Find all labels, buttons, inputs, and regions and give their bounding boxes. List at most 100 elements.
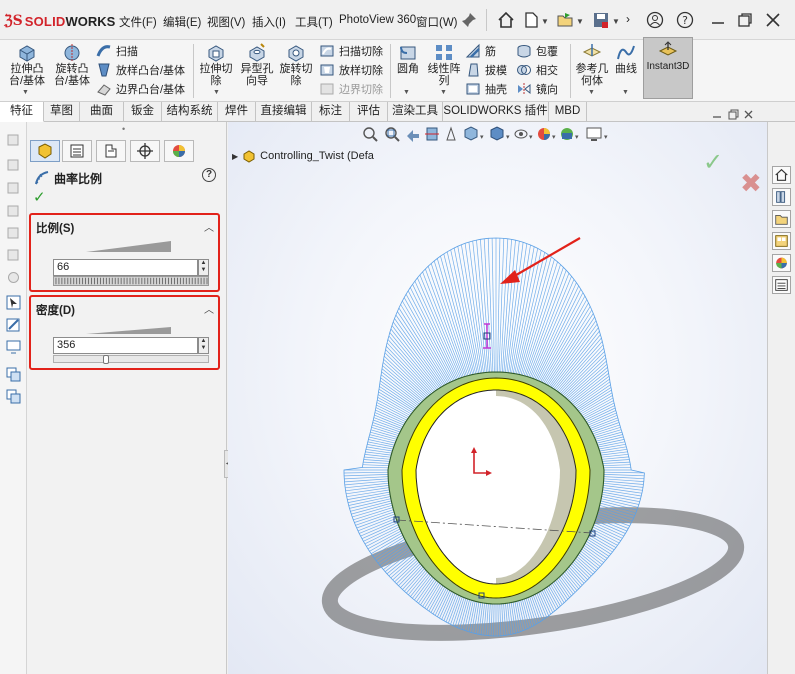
collapse-caret-icon[interactable]: ︿ bbox=[204, 219, 214, 234]
save-icon[interactable] bbox=[592, 11, 610, 29]
menu-insert[interactable]: 插入(I) bbox=[252, 14, 286, 30]
tab-property-manager[interactable] bbox=[62, 140, 92, 162]
wrap-button[interactable]: 包覆 bbox=[516, 41, 558, 61]
open-dropdown-caret[interactable]: ▼ bbox=[576, 17, 584, 26]
tab-0[interactable]: 特征 bbox=[0, 102, 44, 122]
extrude-dropdown-caret[interactable]: ▼ bbox=[22, 89, 29, 96]
design-library-icon[interactable] bbox=[772, 188, 791, 206]
tab-5[interactable]: 焊件 bbox=[218, 102, 256, 122]
solidworks-logo[interactable]: ℨS SOLID WORKS bbox=[4, 12, 115, 30]
copy-tool-icon[interactable] bbox=[5, 366, 22, 383]
restore-icon[interactable] bbox=[736, 11, 754, 29]
pattern-feature-icon[interactable] bbox=[5, 203, 22, 220]
home-icon[interactable] bbox=[497, 11, 515, 29]
user-icon[interactable] bbox=[646, 11, 664, 29]
pin-icon[interactable] bbox=[460, 11, 478, 29]
curves-dropdown-caret[interactable]: ▼ bbox=[622, 89, 629, 96]
extrude-feature-icon[interactable] bbox=[5, 132, 22, 149]
density-slider-track[interactable] bbox=[53, 355, 209, 363]
sketch-feature-icon[interactable] bbox=[5, 269, 22, 286]
menu-photoview[interactable]: PhotoView 360 bbox=[339, 14, 416, 26]
display-tool-icon[interactable] bbox=[5, 338, 22, 355]
density-spinner[interactable]: ▲ ▼ bbox=[198, 337, 209, 354]
menu-window[interactable]: 窗口(W) bbox=[416, 14, 458, 30]
boundary-cut-button[interactable]: 边界切除 bbox=[319, 79, 383, 99]
shell-button[interactable]: 抽壳 bbox=[465, 79, 507, 99]
help-icon[interactable]: ? bbox=[676, 11, 694, 29]
collapse-caret-icon[interactable]: ︿ bbox=[204, 301, 214, 316]
more-overflow[interactable]: › bbox=[626, 12, 644, 30]
view-palette-icon[interactable] bbox=[772, 232, 791, 250]
scale-input[interactable]: 66 bbox=[53, 259, 198, 276]
viewport-restore-icon[interactable] bbox=[728, 109, 739, 120]
save-dropdown-caret[interactable]: ▼ bbox=[612, 17, 620, 26]
menu-tools[interactable]: 工具(T) bbox=[295, 14, 333, 30]
draft-button[interactable]: 拔模 bbox=[465, 60, 507, 80]
pattern-dropdown-caret[interactable]: ▼ bbox=[440, 89, 447, 96]
minimize-icon[interactable] bbox=[709, 11, 727, 29]
graphics-area[interactable]: ▾ ▾ ▾ ▾ ▾ ▾ ▶ Controlling_Twist (Defa ✓ … bbox=[228, 122, 767, 674]
solidworks-resources-icon[interactable] bbox=[772, 166, 791, 184]
boundary-boss-button[interactable]: 边界凸台/基体 bbox=[96, 79, 185, 99]
menu-view[interactable]: 视图(V) bbox=[207, 14, 245, 30]
edit-sketch-icon[interactable] bbox=[5, 316, 22, 333]
rib-button[interactable]: 筋 bbox=[465, 41, 496, 61]
tab-display-manager[interactable] bbox=[164, 140, 194, 162]
sweep-button[interactable]: 扫描 bbox=[96, 41, 138, 61]
extrude-boss-button[interactable]: 拉伸凸 台/基体 bbox=[7, 42, 47, 87]
extrude-cut-dropdown-caret[interactable]: ▼ bbox=[213, 89, 220, 96]
instant3d-button[interactable]: Instant3D bbox=[643, 37, 693, 99]
tab-1[interactable]: 草图 bbox=[44, 102, 80, 122]
hole-wizard-button[interactable]: 异型孔 向导 bbox=[237, 42, 277, 87]
tab-6[interactable]: 直接编辑 bbox=[256, 102, 312, 122]
tab-configuration-manager[interactable] bbox=[96, 140, 126, 162]
tab-2[interactable]: 曲面 bbox=[80, 102, 124, 122]
tab-feature-manager[interactable] bbox=[30, 140, 60, 162]
fillet-feature-icon[interactable] bbox=[5, 180, 22, 197]
shell-feature-icon[interactable] bbox=[5, 225, 22, 242]
cut-feature-icon[interactable] bbox=[5, 157, 22, 174]
tab-7[interactable]: 标注 bbox=[312, 102, 350, 122]
linear-pattern-button[interactable]: 线性阵 列 bbox=[424, 42, 464, 87]
menu-file[interactable]: 文件(F) bbox=[119, 14, 157, 30]
lofted-cut-button[interactable]: 放样切除 bbox=[319, 60, 383, 80]
file-explorer-icon[interactable] bbox=[772, 210, 791, 228]
curves-button[interactable]: 曲线 bbox=[612, 42, 640, 75]
menu-edit[interactable]: 编辑(E) bbox=[163, 14, 201, 30]
scale-thumbwheel[interactable] bbox=[53, 276, 209, 286]
spin-down-icon[interactable]: ▼ bbox=[199, 345, 208, 352]
panel-collapse-dot[interactable]: • bbox=[122, 124, 125, 134]
mirror-button[interactable]: 镜向 bbox=[516, 79, 558, 99]
custom-properties-icon[interactable] bbox=[772, 276, 791, 294]
new-document-icon[interactable] bbox=[522, 11, 540, 29]
rib-feature-icon[interactable] bbox=[5, 247, 22, 264]
tab-dimxpert-manager[interactable] bbox=[130, 140, 160, 162]
swept-cut-button[interactable]: 扫描切除 bbox=[319, 41, 383, 61]
extrude-cut-button[interactable]: 拉伸切 除 bbox=[196, 42, 236, 87]
tab-8[interactable]: 评估 bbox=[350, 102, 388, 122]
spin-up-icon[interactable]: ▲ bbox=[199, 260, 208, 267]
fillet-button[interactable]: 圆角 bbox=[392, 42, 424, 75]
ok-button[interactable]: ✓ bbox=[33, 188, 46, 206]
ref-geometry-button[interactable]: 参考几 何体 bbox=[572, 42, 612, 87]
viewport-close-icon[interactable] bbox=[744, 110, 753, 119]
tab-10[interactable]: SOLIDWORKS 插件 bbox=[443, 102, 549, 122]
ref-geometry-dropdown-caret[interactable]: ▼ bbox=[588, 89, 595, 96]
fillet-dropdown-caret[interactable]: ▼ bbox=[403, 89, 410, 96]
density-slider-thumb[interactable] bbox=[102, 355, 109, 364]
close-icon[interactable] bbox=[764, 11, 782, 29]
select-tool-icon[interactable] bbox=[5, 294, 22, 311]
tab-11[interactable]: MBD bbox=[549, 102, 587, 122]
paste-tool-icon[interactable] bbox=[5, 388, 22, 405]
tab-9[interactable]: 渲染工具 bbox=[388, 102, 443, 122]
loft-boss-button[interactable]: 放样凸台/基体 bbox=[96, 60, 185, 80]
tab-4[interactable]: 结构系统 bbox=[162, 102, 218, 122]
spin-up-icon[interactable]: ▲ bbox=[199, 338, 208, 345]
intersect-button[interactable]: 相交 bbox=[516, 60, 558, 80]
new-dropdown-caret[interactable]: ▼ bbox=[541, 17, 549, 26]
density-input[interactable]: 356 bbox=[53, 337, 198, 354]
help-button[interactable]: ? bbox=[202, 168, 216, 182]
scale-spinner[interactable]: ▲ ▼ bbox=[198, 259, 209, 276]
open-icon[interactable] bbox=[556, 11, 574, 29]
revolve-boss-button[interactable]: 旋转凸 台/基体 bbox=[52, 42, 92, 87]
